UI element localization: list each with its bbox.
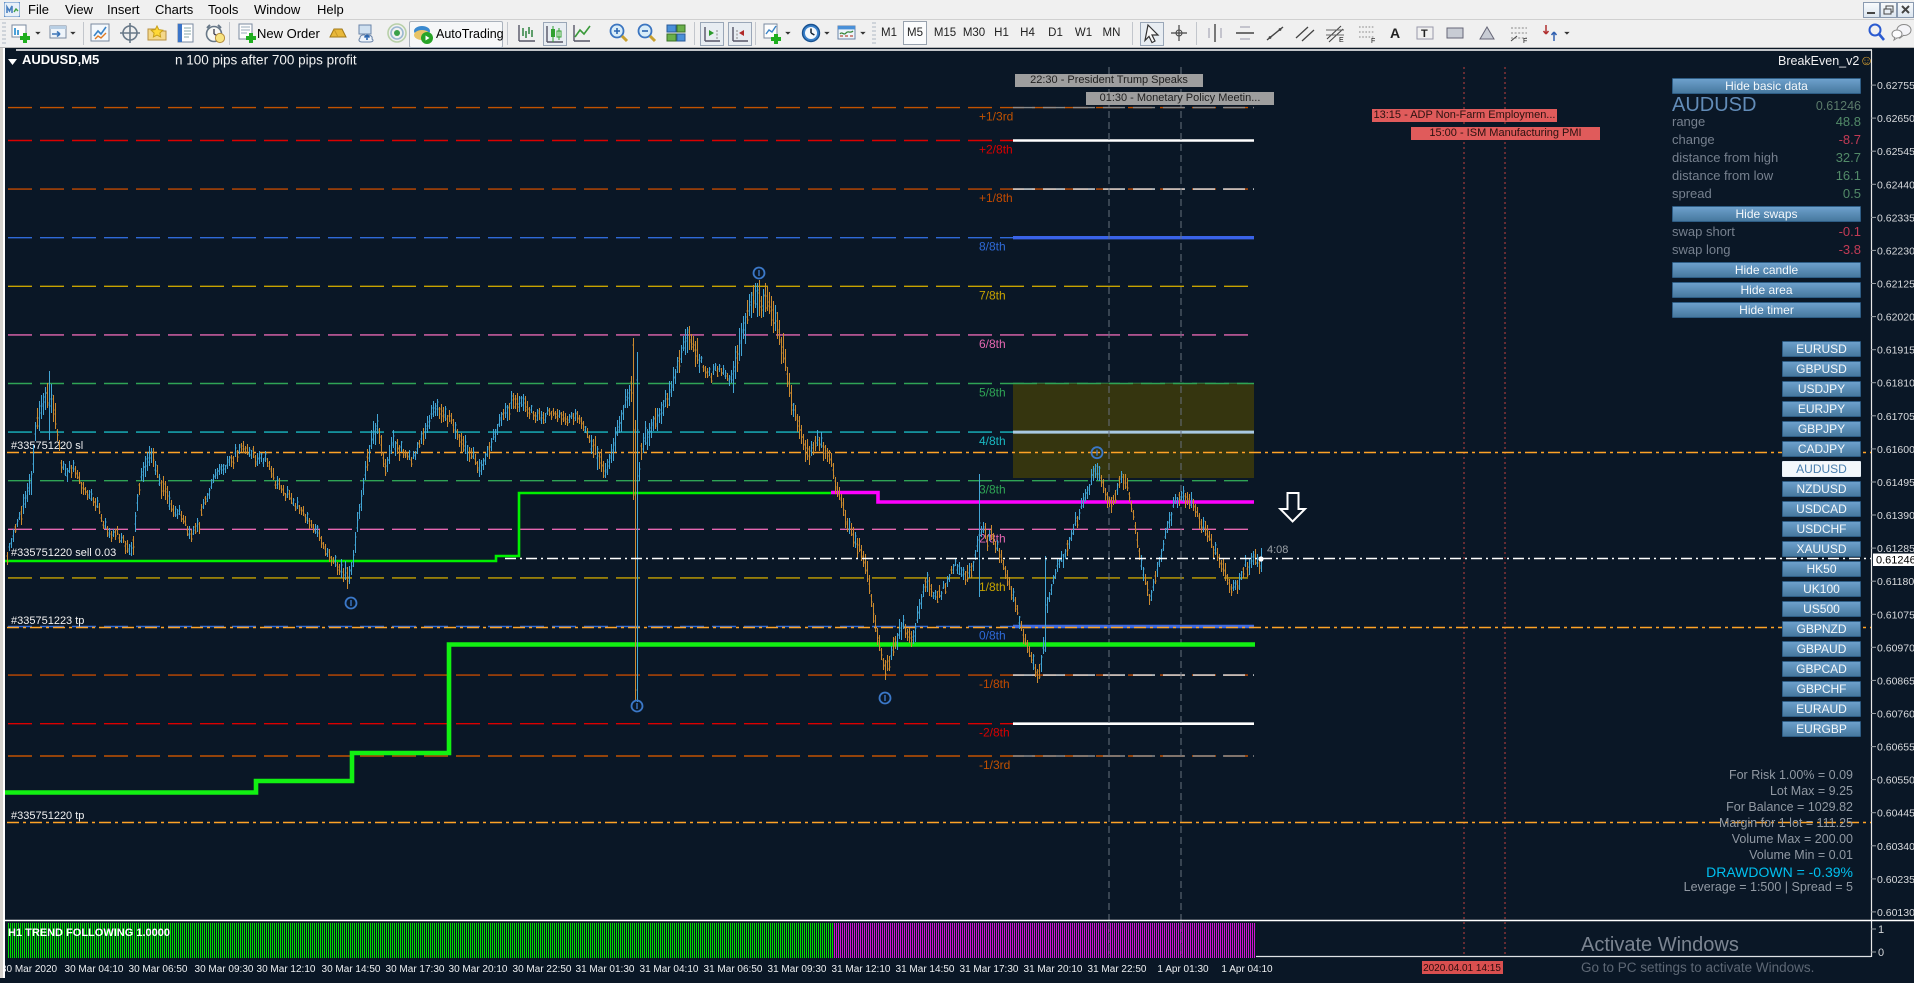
svg-text:F: F [1371,38,1375,44]
svg-text:H1 TREND FOLLOWING 1.0000: H1 TREND FOLLOWING 1.0000 [8,927,170,939]
svg-text:0.60550: 0.60550 [1877,775,1914,787]
svg-text:0.62335: 0.62335 [1877,212,1914,224]
svg-text:0.60760: 0.60760 [1877,709,1914,721]
svg-text:0.61915: 0.61915 [1877,345,1914,357]
svg-text:0.61075: 0.61075 [1877,609,1914,621]
svg-text:0.61246: 0.61246 [1876,555,1914,567]
svg-text:AUDUSD,M5: AUDUSD,M5 [22,52,99,67]
svg-text:n 100 pips after 700 pips prof: n 100 pips after 700 pips profit [175,53,357,68]
svg-text:0.60970: 0.60970 [1877,642,1914,654]
svg-text:+1/3rd: +1/3rd [979,110,1013,124]
svg-text:+1/8th: +1/8th [979,191,1013,205]
svg-text:7/8th: 7/8th [979,288,1006,302]
svg-text:30 Mar 2020: 30 Mar 2020 [1,964,58,975]
svg-text:30 Mar 20:10: 30 Mar 20:10 [449,964,508,975]
svg-text:4:08: 4:08 [1267,544,1288,556]
svg-text:0.62020: 0.62020 [1877,312,1914,324]
svg-text:31 Mar 01:30: 31 Mar 01:30 [576,964,635,975]
svg-text:0.61705: 0.61705 [1877,411,1914,423]
svg-text:0.61180: 0.61180 [1877,576,1914,588]
svg-text:#335751220 tp: #335751220 tp [11,810,84,822]
svg-text:0.62125: 0.62125 [1877,279,1914,291]
svg-text:31 Mar 06:50: 31 Mar 06:50 [704,964,763,975]
svg-text:0.62755: 0.62755 [1877,80,1914,92]
svg-text:#335751220 sl: #335751220 sl [11,440,83,452]
svg-text:0.61390: 0.61390 [1877,510,1914,522]
svg-text:31 Mar 22:50: 31 Mar 22:50 [1088,964,1147,975]
svg-text:0.60865: 0.60865 [1877,675,1914,687]
svg-text:8/8th: 8/8th [979,240,1006,254]
svg-text:0.62230: 0.62230 [1877,245,1914,257]
svg-text:1 Apr 04:10: 1 Apr 04:10 [1221,964,1273,975]
svg-text:30 Mar 06:50: 30 Mar 06:50 [129,964,188,975]
svg-text:30 Mar 09:30: 30 Mar 09:30 [195,964,254,975]
svg-text:31 Mar 14:50: 31 Mar 14:50 [896,964,955,975]
svg-text:31 Mar 20:10: 31 Mar 20:10 [1024,964,1083,975]
svg-text:-2/8th: -2/8th [979,726,1010,740]
svg-text:-1/3rd: -1/3rd [979,758,1010,772]
svg-text:0.61495: 0.61495 [1877,477,1914,489]
svg-text:0.61600: 0.61600 [1877,444,1914,456]
svg-text:0.62545: 0.62545 [1877,146,1914,158]
svg-text:E: E [1339,37,1344,44]
svg-text:0.60130: 0.60130 [1877,907,1914,919]
svg-text:2/8th: 2/8th [979,531,1006,545]
svg-text:0/8th: 0/8th [979,629,1006,643]
svg-text:0.61285: 0.61285 [1877,543,1914,555]
svg-text:6/8th: 6/8th [979,337,1006,351]
svg-text:0.60340: 0.60340 [1877,841,1914,853]
svg-text:F: F [1523,38,1527,44]
svg-text:#335751223 tp: #335751223 tp [11,615,84,627]
svg-text:#335751220 sell 0.03: #335751220 sell 0.03 [11,547,116,559]
svg-text:5/8th: 5/8th [979,386,1006,400]
svg-text:+2/8th: +2/8th [979,143,1013,157]
svg-text:0.61810: 0.61810 [1877,378,1914,390]
svg-text:0: 0 [1878,947,1884,959]
svg-text:T: T [1421,28,1428,40]
svg-text:30 Mar 14:50: 30 Mar 14:50 [322,964,381,975]
svg-text:31 Mar 04:10: 31 Mar 04:10 [640,964,699,975]
svg-text:-1/8th: -1/8th [979,677,1010,691]
svg-text:1: 1 [1878,924,1884,936]
svg-text:30 Mar 04:10: 30 Mar 04:10 [65,964,124,975]
svg-text:0.62650: 0.62650 [1877,113,1914,125]
svg-text:30 Mar 12:10: 30 Mar 12:10 [257,964,316,975]
svg-text:1 Apr 01:30: 1 Apr 01:30 [1157,964,1209,975]
svg-text:2020.04.01 14:15: 2020.04.01 14:15 [1423,963,1501,974]
svg-text:1/8th: 1/8th [979,580,1006,594]
svg-text:0.62440: 0.62440 [1877,179,1914,191]
svg-text:30 Mar 17:30: 30 Mar 17:30 [386,964,445,975]
svg-text:0.60445: 0.60445 [1877,808,1914,820]
svg-text:4/8th: 4/8th [979,434,1006,448]
svg-text:31 Mar 09:30: 31 Mar 09:30 [768,964,827,975]
svg-text:30 Mar 22:50: 30 Mar 22:50 [513,964,572,975]
svg-text:31 Mar 12:10: 31 Mar 12:10 [832,964,891,975]
svg-text:31 Mar 17:30: 31 Mar 17:30 [960,964,1019,975]
svg-text:0.60655: 0.60655 [1877,742,1914,754]
svg-text:0.60235: 0.60235 [1877,874,1914,886]
svg-text:3/8th: 3/8th [979,483,1006,497]
